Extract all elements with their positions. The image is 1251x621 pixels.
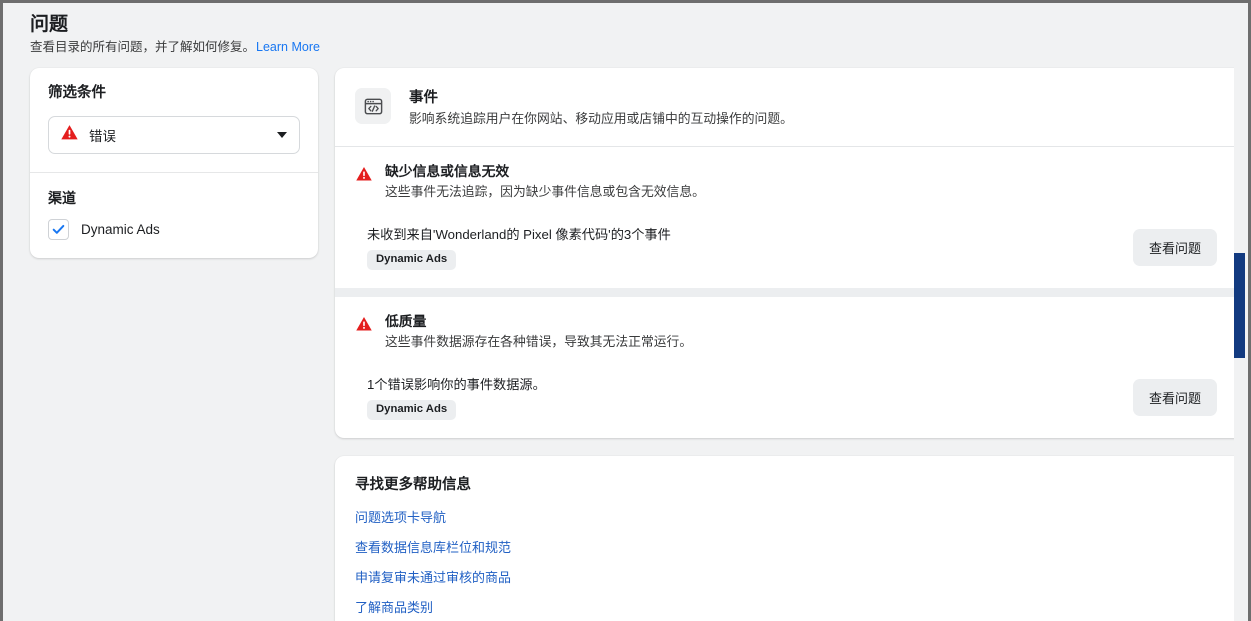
status-badge: Dynamic Ads — [367, 250, 457, 270]
warning-triangle-icon — [355, 163, 373, 183]
events-card-title: 事件 — [409, 90, 438, 106]
page-title: 问题 — [30, 14, 69, 35]
help-card-title: 寻找更多帮助信息 — [355, 477, 471, 493]
issue-header-text: 缺少信息或信息无效 这些事件无法追踪，因为缺少事件信息或包含无效信息。 — [385, 163, 705, 201]
page-subtitle-text: 查看目录的所有问题，并了解如何修复。 — [30, 40, 256, 54]
events-card-description: 影响系统追踪用户在你网站、移动应用或店铺中的互动操作的问题。 — [409, 111, 793, 126]
issue-description: 这些事件数据源存在各种错误，导致其无法正常运行。 — [385, 334, 693, 349]
issue-detail-left: 未收到来自'Wonderland的 Pixel 像素代码'的3个事件 Dynam… — [367, 225, 1133, 270]
events-card: 事件 影响系统追踪用户在你网站、移动应用或店铺中的互动操作的问题。 缺少信息或信… — [335, 68, 1243, 438]
filter-heading: 筛选条件 — [48, 85, 106, 101]
checkbox-dynamic-ads[interactable] — [48, 219, 69, 240]
view-issue-button[interactable]: 查看问题 — [1132, 229, 1217, 266]
issue-block: 缺少信息或信息无效 这些事件无法追踪，因为缺少事件信息或包含无效信息。 未收到来… — [335, 147, 1243, 288]
check-icon — [52, 224, 65, 234]
help-link[interactable]: 申请复审未通过审核的商品 — [355, 569, 1223, 586]
issue-separator — [335, 288, 1243, 297]
filters-sidebar: 筛选条件 错误 渠道 Dynamic Ads — [30, 68, 318, 258]
issue-header-text: 低质量 这些事件数据源存在各种错误，导致其无法正常运行。 — [385, 313, 692, 351]
warning-triangle-icon — [355, 313, 373, 333]
learn-more-link[interactable]: Learn More — [256, 40, 320, 54]
scrollbar-thumb[interactable] — [1234, 253, 1245, 358]
browser-viewport: 问题 查看目录的所有问题，并了解如何修复。Learn More 筛选条件 错误 — [0, 0, 1251, 621]
chevron-down-icon — [277, 132, 287, 138]
severity-select-value: 错误 — [89, 129, 116, 144]
page-root: 问题 查看目录的所有问题，并了解如何修复。Learn More 筛选条件 错误 — [3, 3, 1243, 621]
issue-description: 这些事件无法追踪，因为缺少事件信息或包含无效信息。 — [385, 184, 705, 199]
warning-triangle-icon — [60, 123, 79, 147]
help-link[interactable]: 问题选项卡导航 — [355, 509, 1223, 526]
severity-select[interactable]: 错误 — [48, 116, 300, 154]
main-column: 事件 影响系统追踪用户在你网站、移动应用或店铺中的互动操作的问题。 缺少信息或信… — [335, 68, 1243, 621]
status-badge: Dynamic Ads — [367, 400, 457, 420]
issue-detail-row: 未收到来自'Wonderland的 Pixel 像素代码'的3个事件 Dynam… — [355, 225, 1223, 270]
channel-heading: 渠道 — [48, 190, 76, 206]
issue-header: 缺少信息或信息无效 这些事件无法追踪，因为缺少事件信息或包含无效信息。 — [355, 163, 1223, 201]
page-subtitle: 查看目录的所有问题，并了解如何修复。Learn More — [30, 38, 930, 56]
issue-title: 低质量 — [385, 314, 427, 329]
page-header: 问题 查看目录的所有问题，并了解如何修复。Learn More — [30, 13, 930, 56]
issue-header: 低质量 这些事件数据源存在各种错误，导致其无法正常运行。 — [355, 313, 1223, 351]
help-link[interactable]: 了解商品类别 — [355, 599, 1223, 616]
issue-detail-text: 未收到来自'Wonderland的 Pixel 像素代码'的3个事件 — [367, 227, 671, 242]
view-issue-button[interactable]: 查看问题 — [1132, 379, 1217, 416]
page-scrollbar[interactable] — [1234, 3, 1245, 621]
channel-section: 渠道 Dynamic Ads — [30, 173, 318, 258]
events-card-header-text: 事件 影响系统追踪用户在你网站、移动应用或店铺中的互动操作的问题。 — [409, 88, 793, 128]
issue-detail-row: 1个错误影响你的事件数据源。 Dynamic Ads 查看问题 — [355, 375, 1223, 420]
help-card: 寻找更多帮助信息 问题选项卡导航 查看数据信息库栏位和规范 申请复审未通过审核的… — [335, 456, 1243, 621]
channel-option-dynamic-ads[interactable]: Dynamic Ads — [48, 219, 300, 240]
issue-title: 缺少信息或信息无效 — [385, 164, 510, 179]
events-card-header: 事件 影响系统追踪用户在你网站、移动应用或店铺中的互动操作的问题。 — [335, 68, 1243, 146]
code-window-icon — [355, 88, 391, 124]
issue-detail-text: 1个错误影响你的事件数据源。 — [367, 377, 546, 392]
channel-label-dynamic-ads: Dynamic Ads — [81, 222, 160, 237]
issue-detail-left: 1个错误影响你的事件数据源。 Dynamic Ads — [367, 375, 1133, 420]
issue-block: 低质量 这些事件数据源存在各种错误，导致其无法正常运行。 1个错误影响你的事件数… — [335, 297, 1243, 438]
filter-section: 筛选条件 错误 — [30, 68, 318, 172]
help-link[interactable]: 查看数据信息库栏位和规范 — [355, 539, 1223, 556]
